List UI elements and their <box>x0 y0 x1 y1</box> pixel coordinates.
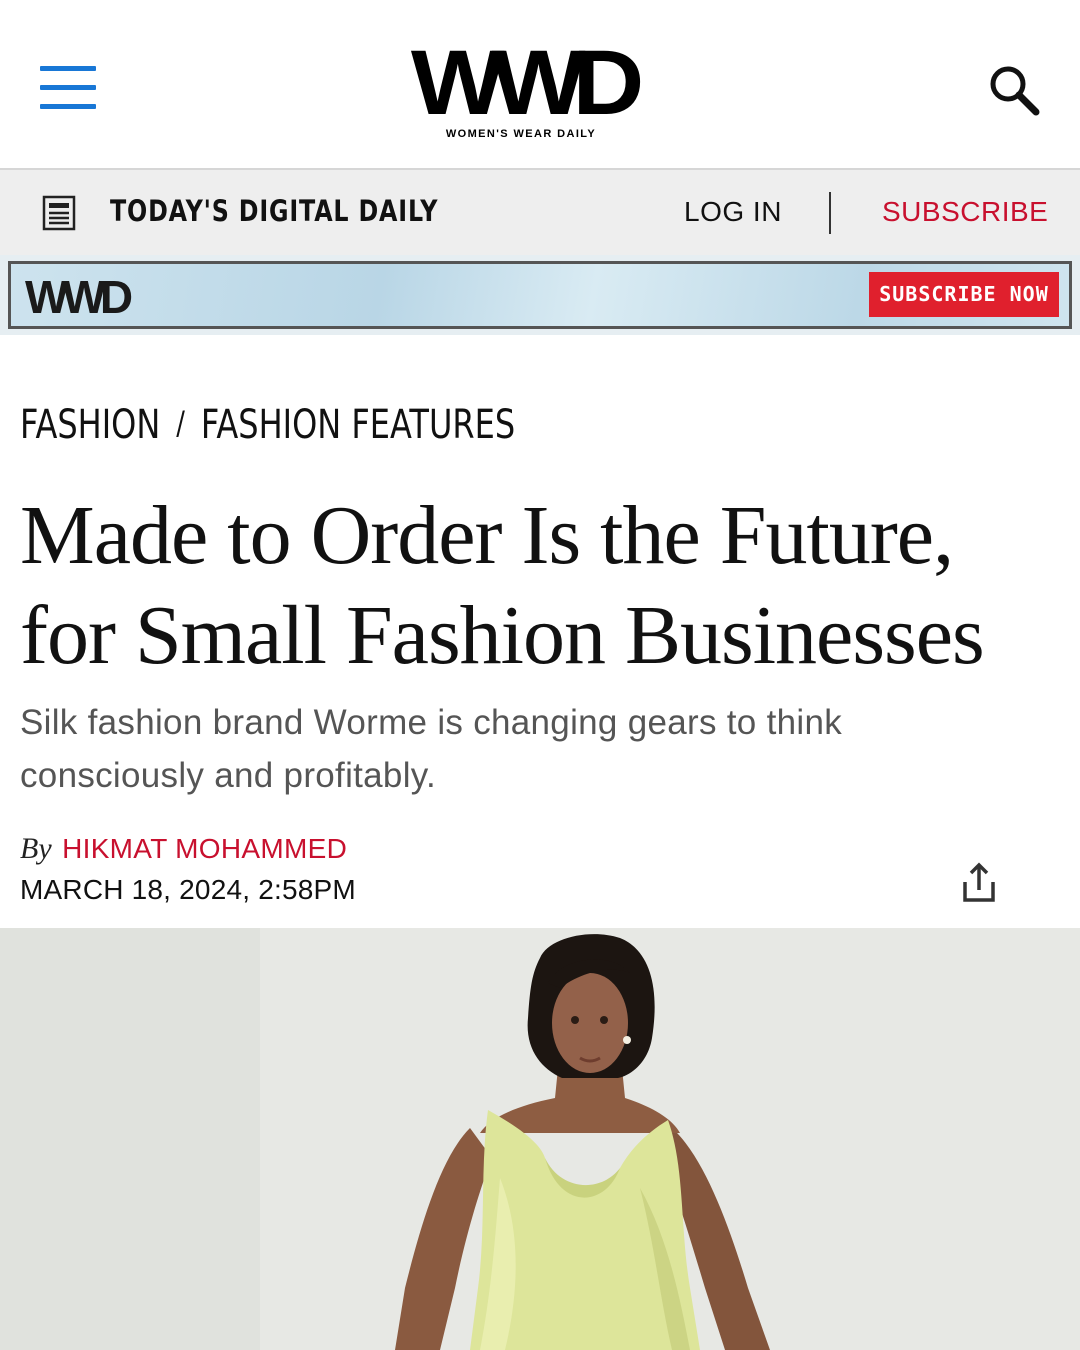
newspaper-icon[interactable] <box>40 194 78 232</box>
byline: By HIKMAT MOHAMMED <box>20 832 347 866</box>
publish-date: MARCH 18, 2024, 2:58PM <box>20 874 356 905</box>
breadcrumb-fashion-features[interactable]: FASHION FEATURES <box>201 402 515 448</box>
hamburger-menu-icon[interactable] <box>40 66 96 110</box>
promo-banner-frame[interactable]: WWD SUBSCRIBE NOW <box>8 261 1072 329</box>
divider <box>829 192 831 234</box>
breadcrumb-fashion[interactable]: FASHION <box>20 402 160 448</box>
promo-banner: WWD SUBSCRIBE NOW <box>0 255 1080 335</box>
login-link[interactable]: LOG IN <box>684 196 782 228</box>
model-in-yellow-silk-dress-image <box>0 928 1080 1350</box>
breadcrumb-separator: / <box>176 404 185 442</box>
headline-line: for Small Fashion Businesses <box>20 589 985 682</box>
promo-logo: WWD <box>25 271 133 323</box>
todays-digital-daily-link[interactable]: TODAY'S DIGITAL DAILY <box>110 194 438 228</box>
subscribe-link[interactable]: SUBSCRIBE <box>882 196 1048 228</box>
article-dek: Silk fashion brand Worme is changing gea… <box>20 703 843 795</box>
headline-line: Made to Order Is the Future, <box>20 489 954 582</box>
digital-daily-bar: TODAY'S DIGITAL DAILY LOG IN SUBSCRIBE <box>0 170 1080 255</box>
author-link[interactable]: HIKMAT MOHAMMED <box>62 833 347 864</box>
by-word: By <box>20 832 52 865</box>
share-icon[interactable] <box>956 860 1002 906</box>
search-icon[interactable] <box>986 62 1042 118</box>
logo-text: WWD <box>410 32 644 134</box>
subscribe-now-button[interactable]: SUBSCRIBE NOW <box>869 272 1059 317</box>
site-header: WWD WOMEN'S WEAR DAILY <box>0 0 1080 170</box>
wwd-logo[interactable]: WWD WOMEN'S WEAR DAILY <box>390 32 652 144</box>
article-headline: Made to Order Is the Future, for Small F… <box>20 486 1060 686</box>
breadcrumb: FASHION / FASHION FEATURES <box>20 402 515 454</box>
